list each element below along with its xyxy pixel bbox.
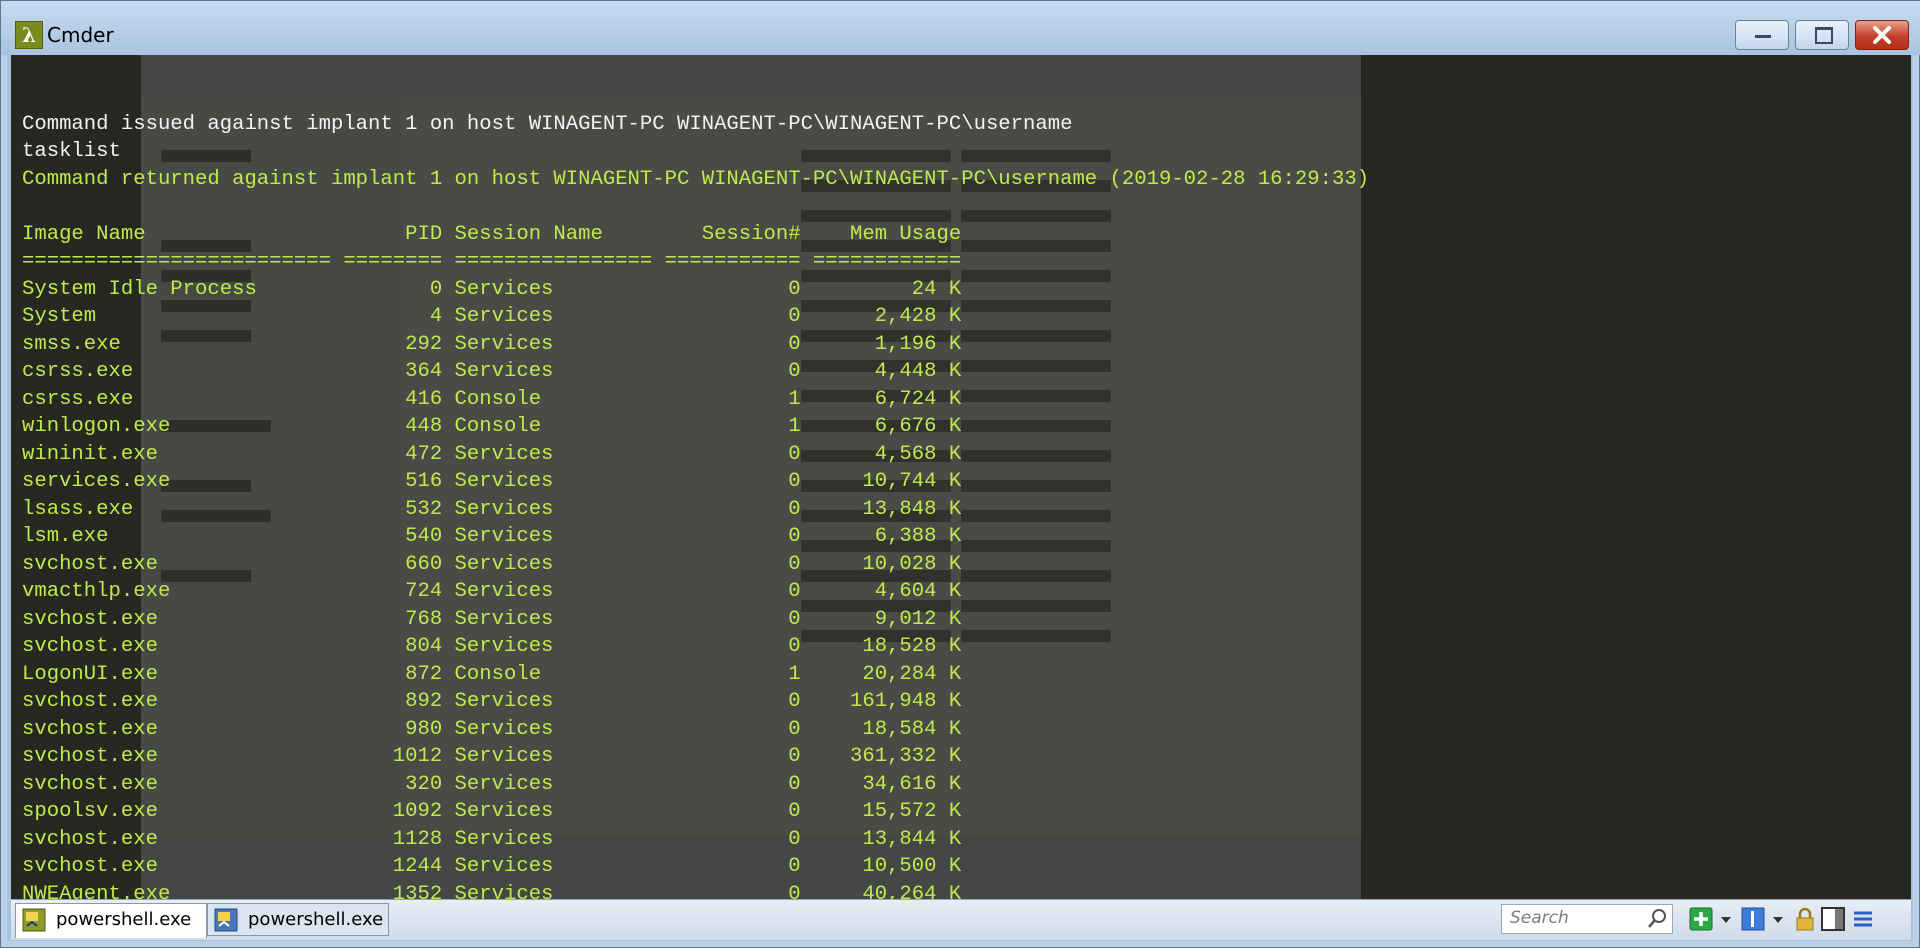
dropdown-icon[interactable] [1719,907,1733,931]
close-icon [1873,26,1891,44]
table-row: System 4 Services 0 2,428 K [22,305,962,328]
table-row: svchost.exe 1012 Services 0 361,332 K [22,745,962,768]
search-icon[interactable] [1646,908,1668,930]
table-row: LogonUI.exe 872 Console 1 20,284 K [22,662,962,686]
table-row: svchost.exe 1128 Services 0 13,844 K [22,827,962,851]
table-header: Image Name PID Session Name Session# Mem… [22,222,962,246]
table-row: services.exe 516 Services 0 10,744 K [22,470,962,493]
table-rule: ========================= ======== =====… [22,250,962,273]
table-row: System Idle Process 0 Services 0 24 K [22,277,962,301]
status-line: Command returned against implant 1 on ho… [22,167,1370,191]
console-output[interactable]: Command issued against implant 1 on host… [11,55,1911,899]
title-bar[interactable]: λ Cmder [1,1,1920,55]
tab-powershell-2[interactable]: powershell.exe [207,903,389,936]
maximize-button[interactable] [1795,20,1849,50]
table-row: svchost.exe 320 Services 0 34,616 K [22,772,962,796]
window-title: Cmder [47,23,114,47]
table-row: spoolsv.exe 1092 Services 0 15,572 K [22,800,962,823]
table-row: svchost.exe 768 Services 0 9,012 K [22,607,962,631]
table-row: svchost.exe 660 Services 0 10,028 K [22,552,962,576]
command-line: tasklist [22,140,121,163]
status-line: Command issued against implant 1 on host… [22,112,1073,136]
table-row: svchost.exe 980 Services 0 18,584 K [22,717,962,741]
table-row: csrss.exe 364 Services 0 4,448 K [22,360,962,383]
maximize-icon [1815,27,1833,44]
table-row: svchost.exe 892 Services 0 161,948 K [22,690,962,713]
search-input[interactable]: Search [1501,904,1673,934]
table-row: lsm.exe 540 Services 0 6,388 K [22,525,962,548]
lambda-icon: λ [15,21,43,49]
new-console-icon[interactable] [1689,907,1713,931]
minimize-button[interactable] [1735,20,1789,50]
minimize-icon [1755,35,1771,38]
table-row: vmacthlp.exe 724 Services 0 4,604 K [22,580,962,603]
close-button[interactable] [1855,20,1909,50]
tab-label: powershell.exe [248,909,384,930]
powershell-icon [22,908,46,932]
console-lines: Command issued against implant 1 on host… [22,83,1370,900]
table-row: winlogon.exe 448 Console 1 6,676 K [22,415,962,438]
dropdown-icon[interactable] [1771,907,1785,931]
table-row: smss.exe 292 Services 0 1,196 K [22,332,962,356]
lock-icon[interactable] [1793,907,1817,931]
menu-icon[interactable] [1851,907,1875,931]
table-row: csrss.exe 416 Console 1 6,724 K [22,387,962,411]
search-placeholder: Search [1510,908,1569,928]
table-row: svchost.exe 1244 Services 0 10,500 K [22,855,962,878]
table-row: NWEAgent.exe 1352 Services 0 40,264 K [22,882,962,900]
table-row: svchost.exe 804 Services 0 18,528 K [22,635,962,658]
cmder-window: λ Cmder Command issued against implant 1… [0,0,1920,948]
table-row: lsass.exe 532 Services 0 13,848 K [22,497,962,521]
layout-icon[interactable] [1821,907,1845,931]
split-icon[interactable] [1741,907,1765,931]
tab-label: powershell.exe [56,909,192,930]
tab-powershell-1[interactable]: powershell.exe [15,903,207,938]
tab-bar: powershell.exe powershell.exe Search [11,899,1911,940]
powershell-icon [214,908,238,932]
table-row: wininit.exe 472 Services 0 4,568 K [22,442,962,466]
